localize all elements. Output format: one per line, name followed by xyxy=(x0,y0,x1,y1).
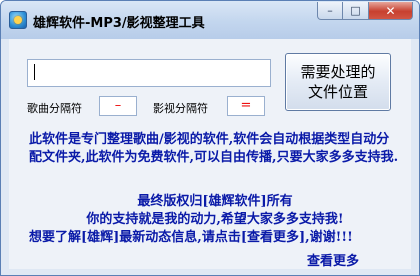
close-button[interactable]: ✕ xyxy=(369,2,413,20)
text-caret xyxy=(34,64,35,80)
info-line: 想要了解[雄辉]最新动态信息,请点击[查看更多],谢谢!!! xyxy=(29,230,353,245)
app-logo-icon xyxy=(9,11,27,29)
folder-path-input[interactable] xyxy=(27,59,271,87)
copyright-line: 最终版权归[雄辉软件]所有 xyxy=(137,194,293,209)
song-separator-input[interactable]: – xyxy=(99,96,137,116)
title-bar[interactable]: 雄辉软件-MP3/影视整理工具 – □ ✕ xyxy=(1,1,419,39)
view-more-link[interactable]: 查看更多 xyxy=(307,250,359,269)
video-separator-label: 影视分隔符 xyxy=(153,102,208,115)
maximize-button[interactable]: □ xyxy=(343,2,369,20)
notice-block: 最终版权归[雄辉软件]所有 你的支持就是我的动力,希望大家多多支持我! 想要了解… xyxy=(29,193,401,247)
video-separator-input[interactable]: = xyxy=(227,96,265,116)
window-controls: – □ ✕ xyxy=(317,2,413,20)
song-separator-label: 歌曲分隔符 xyxy=(27,102,82,115)
select-folder-button[interactable]: 需要处理的 文件位置 xyxy=(285,53,391,111)
window-title: 雄辉软件-MP3/影视整理工具 xyxy=(33,16,205,31)
app-window: 雄辉软件-MP3/影视整理工具 – □ ✕ 歌曲分隔符 – 影视分隔符 = 需要… xyxy=(0,0,420,276)
minimize-button[interactable]: – xyxy=(317,2,343,20)
client-area: 歌曲分隔符 – 影视分隔符 = 需要处理的 文件位置 此软件是专门整理歌曲/影视… xyxy=(9,39,411,269)
description-text: 此软件是专门整理歌曲/影视的软件,软件会自动根据类型自动分配文件夹,此软件为免费… xyxy=(29,132,399,165)
support-line: 你的支持就是我的动力,希望大家多多支持我! xyxy=(86,212,344,227)
